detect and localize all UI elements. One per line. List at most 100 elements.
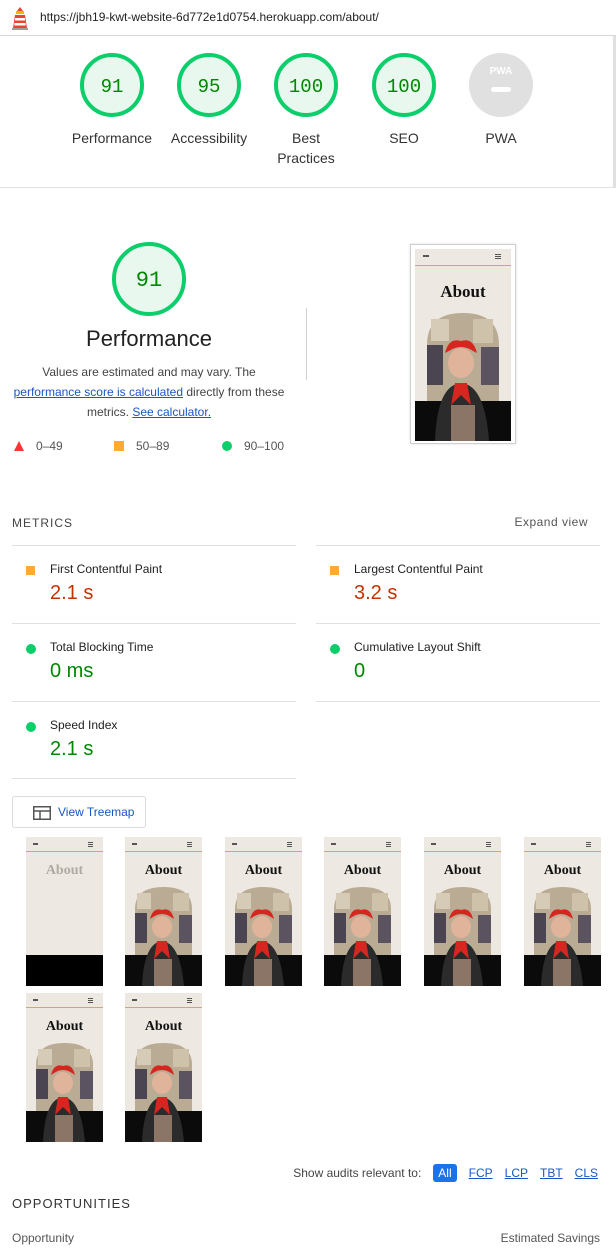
filter-chip-cls[interactable]: CLS <box>575 1166 598 1180</box>
metric-name: Cumulative Layout Shift <box>354 640 481 654</box>
performance-score: 91 <box>136 268 162 293</box>
metric-tbt: Total Blocking Time 0 ms <box>12 623 296 701</box>
metric-value: 0 ms <box>50 660 94 682</box>
divider <box>306 308 307 380</box>
gauge-ring: 91 <box>80 53 144 117</box>
treemap-icon <box>33 806 51 820</box>
average-square-icon <box>330 566 339 575</box>
filmstrip-frame: About <box>26 837 103 986</box>
pass-circle-icon <box>330 644 340 654</box>
metric-name: Total Blocking Time <box>50 640 154 654</box>
metrics-bottom-divider <box>12 778 296 779</box>
expand-view-toggle[interactable]: Expand view <box>514 515 588 529</box>
filmstrip-frame: About <box>225 837 302 986</box>
view-treemap-label: View Treemap <box>58 805 135 819</box>
frame-image: About <box>26 993 103 1142</box>
metric-name: Speed Index <box>50 718 118 732</box>
filmstrip-frame: About <box>125 837 202 986</box>
filter-chip-tbt[interactable]: TBT <box>540 1166 563 1180</box>
gauge-accessibility[interactable]: 95 Accessibility <box>160 52 258 148</box>
frame-image: About <box>524 837 601 986</box>
metric-value: 3.2 s <box>354 582 398 604</box>
gauge-score: 100 <box>289 76 323 98</box>
frame-image: About <box>125 837 202 986</box>
gauge-label: Performance <box>71 130 153 146</box>
preview-heading: About <box>440 282 486 301</box>
legend-pass: 90–100 <box>222 439 284 453</box>
metric-name: Largest Contentful Paint <box>354 562 483 576</box>
gauge-label: Best Practices <box>277 130 335 166</box>
metric-fcp: First Contentful Paint 2.1 s <box>12 545 296 623</box>
opportunity-column-header: Opportunity <box>12 1231 75 1245</box>
triangle-icon <box>14 441 24 451</box>
gauge-performance[interactable]: 91 Performance <box>63 52 161 148</box>
gauge-label: PWA <box>485 130 517 146</box>
final-screenshot[interactable]: About <box>410 244 516 444</box>
average-square-icon <box>26 566 35 575</box>
legend-average-label: 50–89 <box>136 439 170 453</box>
square-icon <box>114 441 124 451</box>
filmstrip-frame: About <box>125 993 202 1142</box>
see-calculator-link[interactable]: See calculator. <box>132 405 211 419</box>
frame-image: About <box>125 993 202 1142</box>
legend-fail-label: 0–49 <box>36 439 63 453</box>
gauge-ring: 100 <box>274 53 338 117</box>
legend-average: 50–89 <box>114 439 169 453</box>
metric-value: 2.1 s <box>50 582 94 604</box>
metric-name: First Contentful Paint <box>50 562 163 576</box>
lighthouse-icon <box>12 7 28 30</box>
metric-divider <box>316 701 600 702</box>
filmstrip-frame: About <box>324 837 401 986</box>
gauge-pwa[interactable]: PWA PWA <box>452 52 550 148</box>
pwa-badge-icon: PWA <box>469 53 533 117</box>
performance-description: Values are estimated and may vary. The p… <box>6 362 292 422</box>
filmstrip-frame: About <box>524 837 601 986</box>
frame-image: About <box>424 837 501 986</box>
gauge-seo[interactable]: 100 SEO <box>355 52 453 148</box>
gauge-score: 91 <box>101 76 124 98</box>
frame-heading: About <box>444 863 482 878</box>
metric-value: 2.1 s <box>50 738 94 760</box>
gauge-label: Accessibility <box>170 130 248 146</box>
page-url[interactable]: https://jbh19-kwt-website-6d772e1d0754.h… <box>40 10 379 24</box>
gauge-best-practices[interactable]: 100 Best Practices <box>257 52 355 168</box>
filmstrip-frame: About <box>26 993 103 1142</box>
frame-heading: About <box>544 863 582 878</box>
filter-label: Show audits relevant to: <box>293 1166 422 1180</box>
frame-heading: About <box>46 863 84 878</box>
gauge-ring: 100 <box>372 53 436 117</box>
frame-heading: About <box>145 1019 183 1034</box>
legend-fail: 0–49 <box>14 439 63 453</box>
frame-image: About <box>324 837 401 986</box>
metric-speed-index: Speed Index 2.1 s <box>12 701 296 779</box>
view-treemap-button[interactable]: View Treemap <box>12 796 146 828</box>
gauge-label: SEO <box>389 130 419 146</box>
estimated-savings-column-header: Estimated Savings <box>500 1231 600 1245</box>
lighthouse-report: { "browser": {"url": "https://jbh19-kwt-… <box>0 0 616 1252</box>
audit-filter: Show audits relevant to: All FCP LCP TBT… <box>293 1164 598 1182</box>
frame-heading: About <box>344 863 382 878</box>
legend-pass-label: 90–100 <box>244 439 285 453</box>
pwa-badge-text: PWA <box>490 66 513 77</box>
frame-image: About <box>26 837 103 986</box>
score-calculated-link[interactable]: performance score is calculated <box>14 385 183 399</box>
gauge-ring: 95 <box>177 53 241 117</box>
metric-lcp: Largest Contentful Paint 3.2 s <box>316 545 600 623</box>
frame-image: About <box>225 837 302 986</box>
pass-circle-icon <box>26 644 36 654</box>
metric-cls: Cumulative Layout Shift 0 <box>316 623 600 701</box>
gauge-score: 100 <box>387 76 421 98</box>
page-preview-image: About <box>411 245 515 443</box>
metric-value: 0 <box>354 660 366 682</box>
circle-icon <box>222 441 232 451</box>
filter-chip-fcp[interactable]: FCP <box>469 1166 493 1180</box>
frame-heading: About <box>46 1019 84 1034</box>
performance-score-gauge: 91 <box>112 242 186 316</box>
frame-heading: About <box>245 863 283 878</box>
metrics-title: METRICS <box>12 516 73 530</box>
frame-heading: About <box>145 863 183 878</box>
opportunities-title: OPPORTUNITIES <box>12 1196 131 1211</box>
filter-chip-all[interactable]: All <box>433 1164 457 1182</box>
filter-chip-lcp[interactable]: LCP <box>505 1166 528 1180</box>
category-gauges: 91 Performance 95 Accessibility 100 Best… <box>0 36 616 188</box>
